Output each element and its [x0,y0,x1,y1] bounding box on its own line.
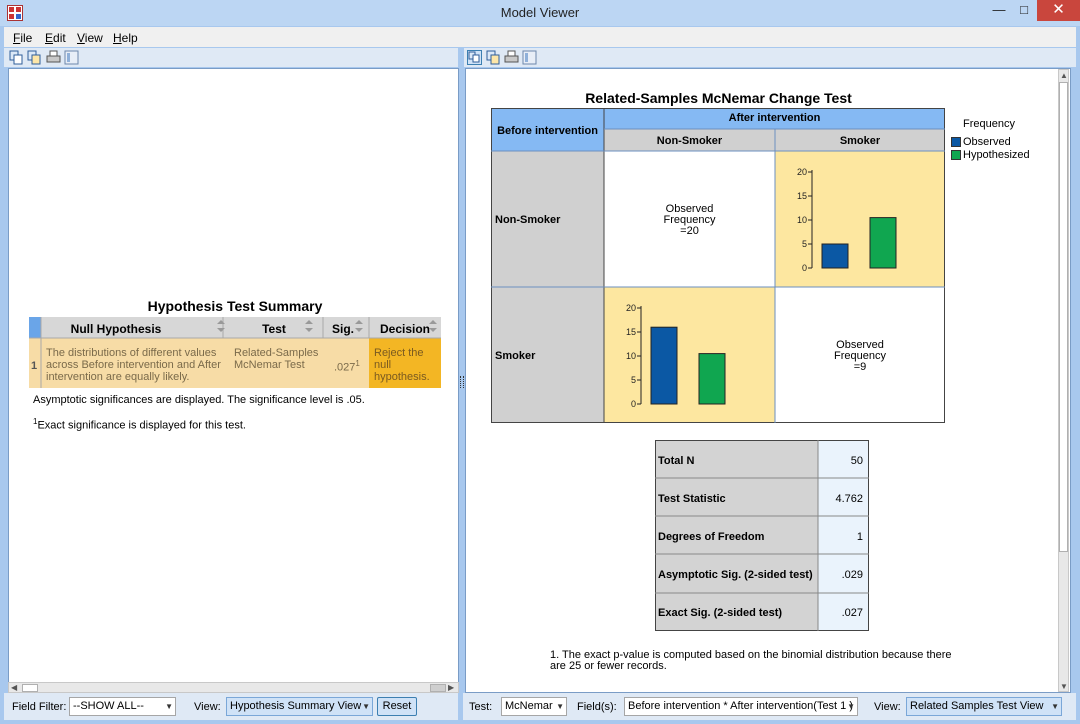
close-button[interactable]: ✕ [1037,0,1080,21]
cell-nn-frequency: Observed Frequency =20 [663,203,716,237]
pivot-icon[interactable] [522,50,537,65]
cell-ss-frequency: Observed Frequency =9 [834,339,886,373]
stat-value-total-n: 50 [850,455,863,467]
left-scroll-thumb-end[interactable] [430,684,446,692]
menu-help[interactable]: Help [113,31,138,45]
fields-select[interactable]: Before intervention * After intervention… [624,697,858,716]
menu-edit[interactable]: Edit [45,31,66,45]
reset-button[interactable]: Reset [377,697,417,716]
splitter-grip[interactable] [460,376,464,388]
copy-icon[interactable] [9,50,24,65]
col-decision[interactable]: Decision [370,322,440,336]
y-tick-label: 20 [797,167,807,177]
stat-value-asymptotic-sig: .029 [841,569,863,581]
stat-label-degrees-of-freedom: Degrees of Freedom [658,531,765,543]
scroll-up-icon[interactable]: ▲ [1060,71,1068,80]
y-tick-label: 0 [802,263,807,273]
stat-value-test-statistic: 4.762 [835,493,863,505]
copy-icon[interactable] [467,50,482,65]
chevron-down-icon: ▼ [847,702,855,711]
view-select[interactable]: Hypothesis Summary View ▼ [226,697,373,716]
hypothesis-text: The distributions of different values ac… [46,347,221,383]
menu-view[interactable]: View [77,31,103,45]
col-null-hypothesis[interactable]: Null Hypothesis [41,322,191,336]
col-label-non-smoker: Non-Smoker [656,135,723,147]
scroll-down-icon[interactable]: ▼ [1060,682,1068,691]
chevron-down-icon: ▼ [362,702,370,711]
row-header-before: Before intervention [497,125,598,137]
pivot-icon[interactable] [64,50,79,65]
field-filter-select[interactable]: --SHOW ALL-- ▼ [69,697,176,716]
stat-label-total-n: Total N [658,455,695,467]
mcnemar-title: Related-Samples McNemar Change Test [585,90,852,106]
mini-bar-chart-non-smoker-to-smoker: 0 5 10 15 20 [797,167,897,273]
bar-observed [650,326,678,405]
row-label-non-smoker: Non-Smoker [495,214,561,226]
maximize-button[interactable]: □ [1011,0,1037,21]
y-tick-label: 15 [626,327,636,337]
print-icon[interactable] [504,50,519,65]
bar-observed [821,243,849,269]
field-filter-label: Field Filter: [12,701,67,713]
left-horizontal-scrollbar[interactable] [8,682,459,693]
minimize-button[interactable]: — [986,0,1012,21]
stat-value-degrees-of-freedom: 1 [856,531,863,543]
print-icon[interactable] [46,50,61,65]
stat-label-exact-sig: Exact Sig. (2-sided test) [658,607,783,619]
y-tick-label: 5 [631,375,636,385]
bar-hypothesized [698,353,726,405]
left-scroll-thumb[interactable] [22,684,38,692]
chevron-down-icon: ▼ [165,702,173,711]
col-test[interactable]: Test [224,322,324,336]
stat-value-exact-sig: .027 [841,607,863,619]
test-name: Related-Samples McNemar Test [234,347,319,371]
y-tick-label: 15 [797,191,807,201]
asymptotic-note: Asymptotic significances are displayed. … [33,394,365,406]
legend-observed: Observed [963,136,1011,148]
row-number: 1 [31,360,38,372]
test-select[interactable]: McNemar ▼ [501,697,567,716]
scroll-left-icon[interactable]: ◀ [11,683,17,692]
chevron-down-icon: ▼ [1051,702,1059,711]
copy-special-icon[interactable] [27,50,42,65]
chevron-down-icon: ▼ [556,702,564,711]
legend-hypothesized: Hypothesized [963,149,1030,161]
stat-label-test-statistic: Test Statistic [658,493,726,505]
sig-value: .0271 [334,359,360,374]
hypothesis-summary-title: Hypothesis Test Summary [147,298,323,314]
right-toolbar [463,48,1076,67]
fields-label: Field(s): [577,701,617,713]
right-view-select[interactable]: Related Samples Test View ▼ [906,697,1062,716]
legend-swatch-observed [951,137,961,147]
legend-swatch-hypothesized [951,150,961,160]
exact-note: 1Exact significance is displayed for thi… [33,417,246,432]
y-tick-label: 10 [797,215,807,225]
test-label: Test: [469,701,493,713]
col-label-smoker: Smoker [839,135,881,147]
y-tick-label: 10 [626,351,636,361]
y-tick-label: 5 [802,239,807,249]
copy-special-icon[interactable] [486,50,501,65]
legend-title: Frequency [963,118,1015,130]
menu-file[interactable]: File [13,31,32,45]
pane-splitter[interactable] [460,48,464,693]
row-label-smoker: Smoker [495,350,536,362]
window-title: Model Viewer [500,5,580,20]
scroll-right-icon[interactable]: ▶ [448,683,454,692]
bar-hypothesized [869,217,897,269]
menu-bar [4,27,1076,47]
decision-text: Reject the null hypothesis. [374,347,430,383]
view-label: View: [194,701,221,713]
right-view-label: View: [874,701,901,713]
col-header-after: After intervention [728,112,821,124]
y-tick-label: 0 [631,399,636,409]
footnote-line-2: are 25 or fewer records. [550,660,667,672]
mini-bar-chart-smoker-to-non-smoker: 0 5 10 15 20 [626,303,726,409]
stat-label-asymptotic-sig: Asymptotic Sig. (2-sided test) [658,569,813,581]
right-scroll-thumb[interactable] [1059,82,1068,552]
col-sig[interactable]: Sig. [323,322,363,336]
y-tick-label: 20 [626,303,636,313]
